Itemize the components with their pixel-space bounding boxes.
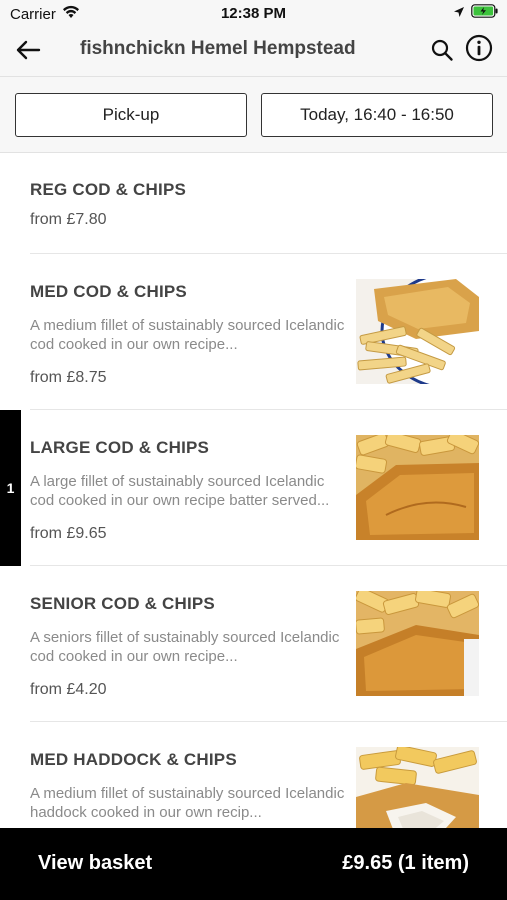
item-photo (356, 279, 479, 384)
status-time: 12:38 PM (220, 5, 287, 22)
time-slot-button[interactable]: Today, 16:40 - 16:50 (261, 93, 493, 137)
status-icons (453, 4, 499, 23)
item-name: LARGE COD & CHIPS (30, 438, 210, 457)
info-button[interactable] (463, 34, 495, 66)
item-photo (356, 435, 479, 540)
search-icon (430, 38, 454, 67)
arrow-left-icon (15, 40, 41, 65)
basket-label: View basket (38, 852, 153, 874)
page-title: fishnchickn Hemel Hempstead (80, 38, 356, 59)
item-price: from £8.75 (30, 369, 107, 386)
menu-item[interactable]: LARGE COD & CHIPS A large fillet of sust… (30, 410, 507, 566)
item-price: from £9.65 (30, 525, 107, 542)
order-options: Pick-up Today, 16:40 - 16:50 (0, 76, 507, 153)
basket-total: £9.65 (1 item) (342, 852, 469, 874)
item-name: SENIOR COD & CHIPS (30, 594, 215, 613)
location-icon (453, 5, 465, 23)
item-photo (356, 591, 479, 696)
back-button[interactable] (12, 36, 44, 68)
battery-icon (471, 4, 499, 23)
search-button[interactable] (428, 36, 456, 68)
item-price: from £4.20 (30, 681, 107, 698)
item-name: MED HADDOCK & CHIPS (30, 750, 237, 769)
pickup-button[interactable]: Pick-up (15, 93, 247, 137)
item-photo (356, 747, 479, 828)
menu-item[interactable]: MED HADDOCK & CHIPS A medium fillet of s… (30, 722, 507, 828)
menu-item[interactable]: SENIOR COD & CHIPS A seniors fillet of s… (30, 566, 507, 722)
item-name: REG COD & CHIPS (30, 180, 187, 199)
item-description: A medium fillet of sustainably sourced I… (30, 785, 345, 821)
menu-item[interactable]: MED COD & CHIPS A medium fillet of susta… (30, 254, 507, 410)
menu-list: REG COD & CHIPS from £7.80 MED COD & CHI… (0, 153, 507, 828)
info-icon (465, 34, 493, 67)
item-description: A seniors fillet of sustainably sourced … (30, 629, 340, 665)
menu-item[interactable]: REG COD & CHIPS from £7.80 (30, 153, 507, 254)
quantity-badge: 1 (0, 410, 21, 566)
nav-bar: fishnchickn Hemel Hempstead (0, 28, 507, 76)
view-basket-button[interactable]: View basket £9.65 (1 item) (0, 828, 507, 900)
item-description: A medium fillet of sustainably sourced I… (30, 317, 345, 353)
item-description: A large fillet of sustainably sourced Ic… (30, 473, 330, 509)
item-price: from £7.80 (30, 211, 107, 228)
item-name: MED COD & CHIPS (30, 282, 187, 301)
status-bar: Carrier 12:38 PM (0, 0, 507, 28)
